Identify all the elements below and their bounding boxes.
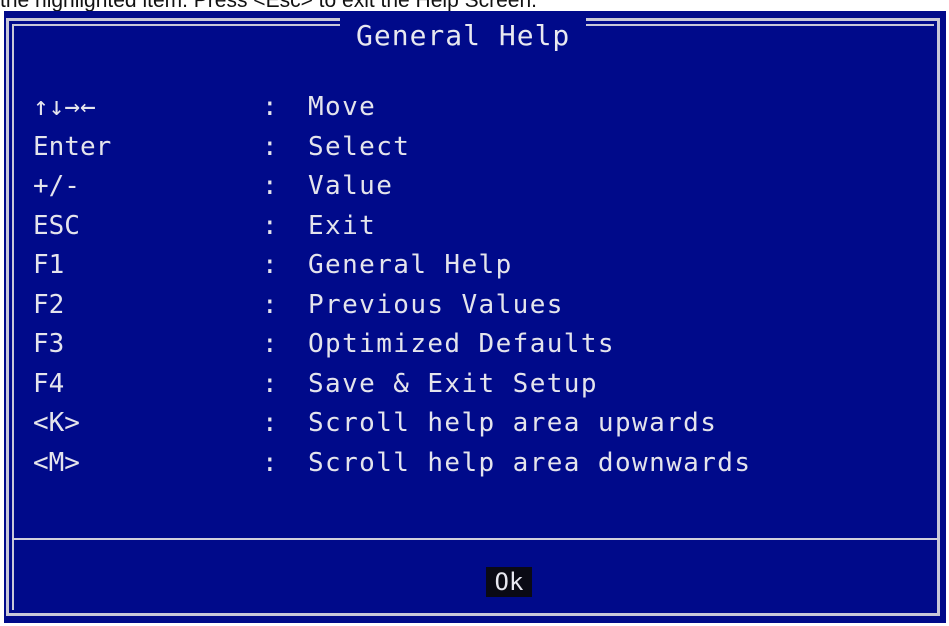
key-description: Value (308, 171, 394, 201)
separator: : (262, 447, 278, 478)
help-row-general-help: F1 : General Help (33, 246, 933, 286)
help-row-exit: ESC : Exit (33, 207, 933, 247)
key-enter: Enter (33, 131, 112, 162)
key-f4: F4 (33, 368, 65, 399)
separator: : (262, 289, 278, 320)
key-description: Previous Values (308, 289, 564, 320)
key-f2: F2 (33, 289, 65, 320)
key-f1: F1 (33, 250, 65, 280)
help-row-value: +/- : Value (33, 167, 933, 207)
separator: : (262, 131, 278, 162)
key-m: <M> (33, 447, 80, 478)
key-arrows: ↑↓→← (33, 92, 96, 122)
ok-button[interactable]: Ok (486, 567, 532, 597)
help-row-move: ↑↓→← : Move (33, 88, 933, 128)
help-row-scroll-down: <M> : Scroll help area downwards (33, 444, 933, 484)
key-description: Optimized Defaults (308, 329, 615, 359)
key-description: Move (308, 92, 377, 122)
key-plus-minus: +/- (33, 171, 80, 201)
help-row-previous-values: F2 : Previous Values (33, 286, 933, 326)
key-esc: ESC (33, 210, 80, 241)
dialog-title: General Help (340, 16, 587, 56)
separator: : (262, 368, 278, 399)
instruction-caption: the highlighted item. Press <Esc> to exi… (0, 0, 949, 11)
footer-divider (12, 538, 940, 540)
separator: : (262, 250, 278, 280)
separator: : (262, 329, 278, 359)
separator: : (262, 210, 278, 241)
key-description: General Help (308, 250, 513, 280)
key-description: Save & Exit Setup (308, 368, 598, 399)
help-row-optimized-defaults: F3 : Optimized Defaults (33, 325, 933, 365)
key-description: Scroll help area upwards (308, 408, 718, 438)
key-description: Select (308, 131, 411, 162)
separator: : (262, 92, 278, 122)
key-f3: F3 (33, 329, 65, 359)
separator: : (262, 171, 278, 201)
help-row-scroll-up: <K> : Scroll help area upwards (33, 404, 933, 444)
key-description: Scroll help area downwards (308, 447, 752, 478)
key-description: Exit (308, 210, 377, 241)
key-k: <K> (33, 408, 80, 438)
help-row-save-exit: F4 : Save & Exit Setup (33, 365, 933, 405)
help-row-select: Enter : Select (33, 128, 933, 168)
help-key-list: ↑↓→← : Move Enter : Select +/- : Value E… (33, 88, 933, 483)
separator: : (262, 408, 278, 438)
